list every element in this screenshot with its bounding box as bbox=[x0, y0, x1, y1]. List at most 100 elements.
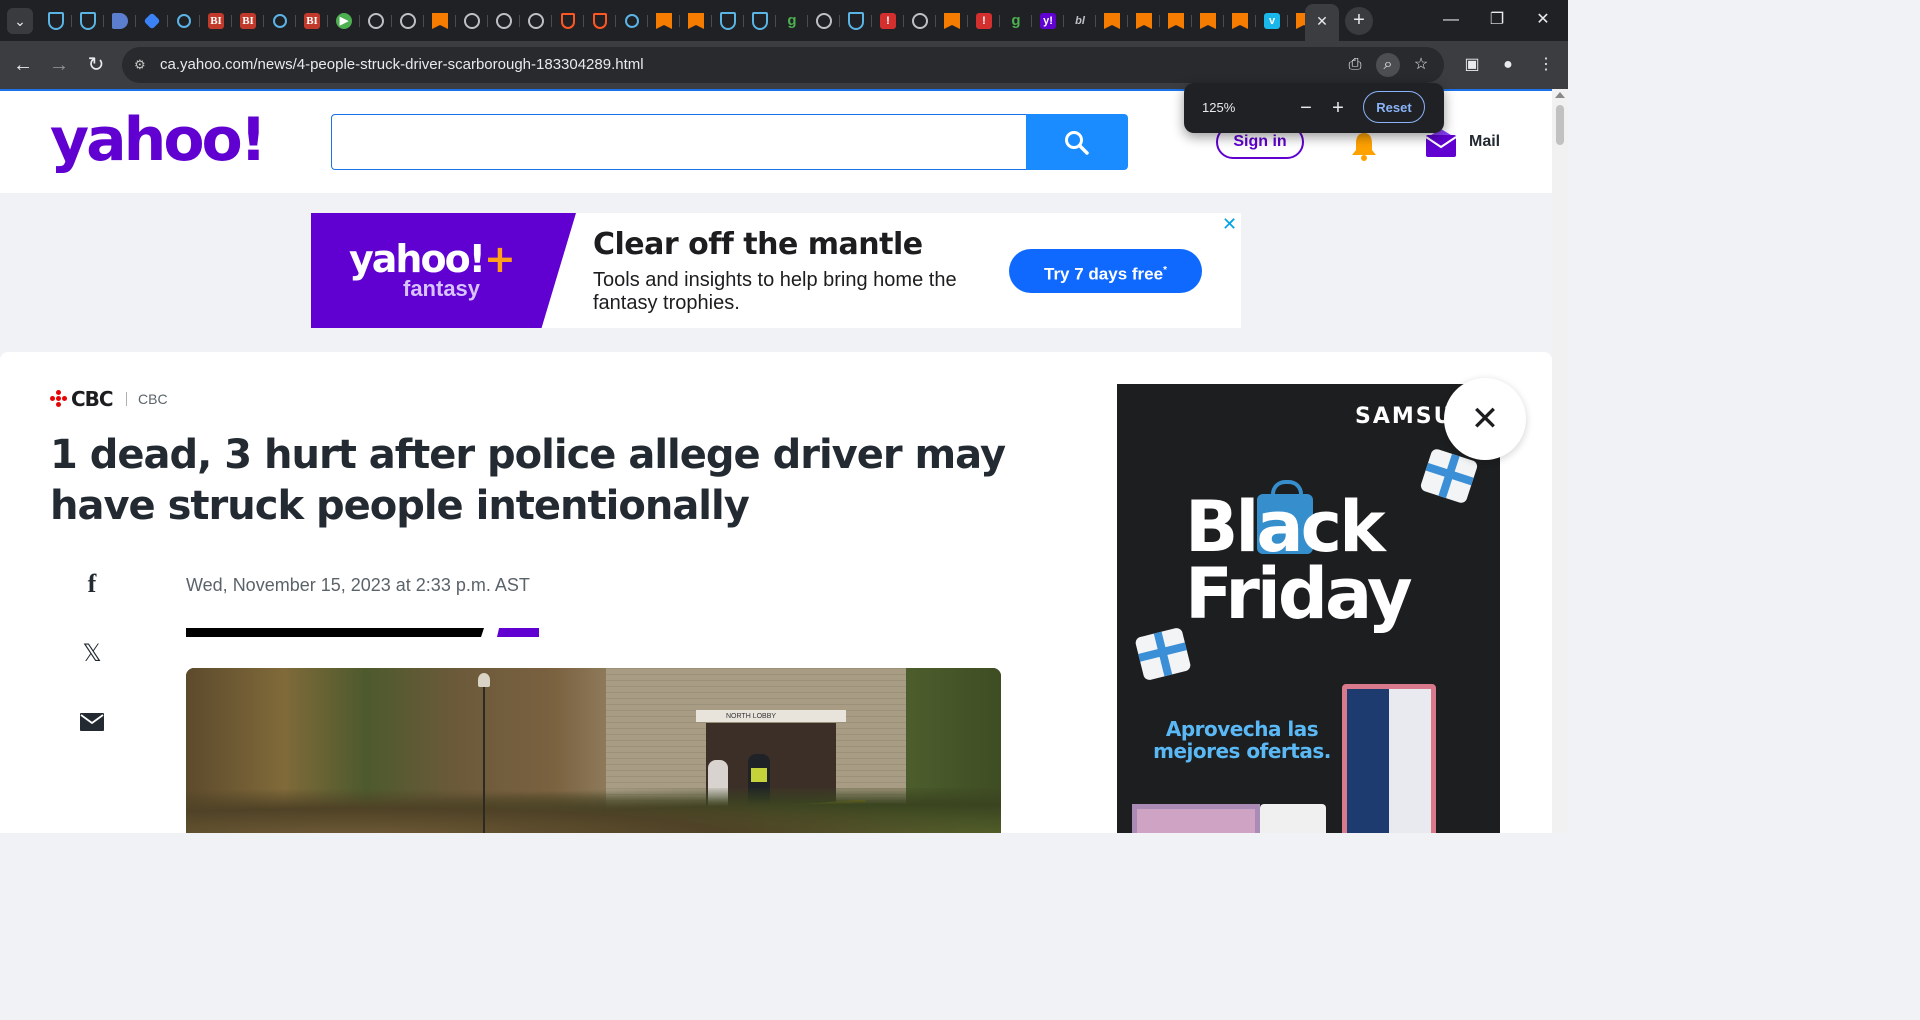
ad-brand-sub: fantasy bbox=[403, 276, 481, 301]
restore-icon[interactable]: ❐ bbox=[1474, 0, 1520, 41]
tab-d-logo[interactable] bbox=[104, 8, 136, 34]
tab-red-badge[interactable]: ! bbox=[872, 8, 904, 34]
search-button[interactable] bbox=[1026, 114, 1128, 170]
tab-bookmark[interactable] bbox=[936, 8, 968, 34]
graduation-icon bbox=[143, 12, 161, 30]
tab-business-insider[interactable]: BI bbox=[232, 8, 264, 34]
article-photo[interactable]: NORTH LOBBY bbox=[186, 668, 1001, 833]
tab-nb-logo[interactable]: bl bbox=[1064, 8, 1096, 34]
tab-shield[interactable] bbox=[40, 8, 72, 34]
tab-globe[interactable] bbox=[392, 8, 424, 34]
back-arrow-icon[interactable]: ← bbox=[7, 49, 39, 81]
x-share-icon[interactable]: 𝕏 bbox=[80, 642, 104, 666]
profile-icon[interactable]: ● bbox=[1496, 53, 1520, 77]
globe-icon bbox=[816, 13, 832, 29]
facebook-share-icon[interactable]: f bbox=[80, 571, 104, 597]
reload-icon[interactable]: ↻ bbox=[80, 49, 112, 81]
menu-kebab-icon[interactable]: ⋮ bbox=[1534, 53, 1558, 77]
tab-globe[interactable] bbox=[520, 8, 552, 34]
tab-search-chevron-icon[interactable]: ⌄ bbox=[7, 8, 33, 34]
tab-globe[interactable] bbox=[360, 8, 392, 34]
tab-globe[interactable] bbox=[904, 8, 936, 34]
scroll-thumb[interactable] bbox=[1556, 105, 1564, 145]
bookmark-icon bbox=[1232, 13, 1248, 29]
tab-bookmark[interactable] bbox=[680, 8, 712, 34]
friday-text: Friday bbox=[1185, 553, 1413, 635]
mail-icon[interactable] bbox=[1426, 129, 1456, 157]
zoom-in-button[interactable]: + bbox=[1326, 96, 1350, 120]
tab-bookmark[interactable] bbox=[1192, 8, 1224, 34]
email-share-icon[interactable] bbox=[80, 710, 104, 734]
vimeo-icon: v bbox=[1264, 13, 1280, 29]
tab-yahoo[interactable]: y! bbox=[1032, 8, 1064, 34]
tab-bookmark[interactable] bbox=[1160, 8, 1192, 34]
tab-close-icon[interactable]: ✕ bbox=[1316, 13, 1328, 29]
tab-search[interactable] bbox=[616, 8, 648, 34]
tab-search[interactable] bbox=[168, 8, 200, 34]
tab-red-badge[interactable]: ! bbox=[968, 8, 1000, 34]
zoom-popup: 125% − + Reset bbox=[1184, 83, 1444, 133]
forward-arrow-icon[interactable]: → bbox=[43, 49, 75, 81]
scroll-up-arrow-icon[interactable] bbox=[1555, 92, 1565, 98]
tab-globe[interactable] bbox=[456, 8, 488, 34]
side-panel-icon[interactable]: ▣ bbox=[1460, 53, 1484, 77]
zoom-icon[interactable]: ⌕ bbox=[1376, 53, 1400, 77]
zoom-out-button[interactable]: − bbox=[1294, 96, 1318, 120]
ad-promo-text: Aprovecha las mejores ofertas. bbox=[1153, 717, 1331, 763]
u-shield-icon bbox=[593, 13, 607, 29]
source-name[interactable]: CBC bbox=[138, 391, 168, 407]
tab-shield[interactable] bbox=[840, 8, 872, 34]
install-app-icon[interactable]: ⎙ bbox=[1343, 53, 1367, 77]
tab-g-logo[interactable]: g bbox=[1000, 8, 1032, 34]
ad-headline: Clear off the mantle bbox=[593, 227, 923, 262]
ad-cta-button[interactable]: Try 7 days free* bbox=[1009, 249, 1202, 293]
tab-bookmark[interactable] bbox=[1224, 8, 1256, 34]
active-tab[interactable]: ✕ bbox=[1305, 4, 1339, 41]
globe-icon bbox=[528, 13, 544, 29]
tab-play[interactable]: ▶ bbox=[328, 8, 360, 34]
tab-bookmark[interactable] bbox=[648, 8, 680, 34]
window-close-icon[interactable]: ✕ bbox=[1520, 0, 1566, 41]
tab-shield[interactable] bbox=[744, 8, 776, 34]
minimize-icon[interactable]: — bbox=[1428, 0, 1474, 41]
tab-search[interactable] bbox=[264, 8, 296, 34]
tab-business-insider[interactable]: BI bbox=[200, 8, 232, 34]
yahoo-fantasy-ad[interactable]: yahoo!+ fantasy Clear off the mantle Too… bbox=[311, 213, 1241, 328]
tab-shield[interactable] bbox=[72, 8, 104, 34]
samsung-black-friday-ad[interactable]: SAMSU Black Friday Aprovecha las mejores… bbox=[1117, 384, 1500, 833]
site-info-icon[interactable]: ⚙ bbox=[134, 57, 150, 73]
tab-strip: ⌄ BI BI BI ▶ g!! g y! bl v ✕ + — ❐ ✕ bbox=[0, 0, 1568, 41]
tab-business-insider[interactable]: BI bbox=[296, 8, 328, 34]
tab-shield[interactable] bbox=[712, 8, 744, 34]
article-headline: 1 dead, 3 hurt after police allege drive… bbox=[50, 432, 1006, 529]
tab-globe[interactable] bbox=[488, 8, 520, 34]
tab-bookmark[interactable] bbox=[1128, 8, 1160, 34]
close-icon: ✕ bbox=[1470, 400, 1500, 438]
tab-graduation[interactable] bbox=[136, 8, 168, 34]
new-tab-button[interactable]: + bbox=[1345, 7, 1373, 35]
tab-u-shield[interactable] bbox=[552, 8, 584, 34]
tab-globe[interactable] bbox=[808, 8, 840, 34]
bookmark-icon bbox=[1168, 13, 1184, 29]
zoom-reset-button[interactable]: Reset bbox=[1363, 91, 1425, 123]
url-text[interactable]: ca.yahoo.com/news/4-people-struck-driver… bbox=[160, 47, 644, 83]
bell-icon[interactable] bbox=[1350, 131, 1378, 161]
publish-date: Wed, November 15, 2023 at 2:33 p.m. AST bbox=[186, 575, 530, 595]
tab-u-shield[interactable] bbox=[584, 8, 616, 34]
tab-vimeo[interactable]: v bbox=[1256, 8, 1288, 34]
page-scrollbar[interactable] bbox=[1552, 89, 1568, 833]
tab-g-logo[interactable]: g bbox=[776, 8, 808, 34]
cbc-logo[interactable]: CBC bbox=[50, 387, 114, 411]
yahoo-logo[interactable]: yahoo! bbox=[50, 105, 267, 175]
tab-bookmark[interactable] bbox=[1096, 8, 1128, 34]
mail-link[interactable]: Mail bbox=[1469, 133, 1500, 151]
red-badge-icon: ! bbox=[880, 13, 896, 29]
address-bar[interactable]: ⚙ ca.yahoo.com/news/4-people-struck-driv… bbox=[122, 47, 1444, 83]
search-input[interactable] bbox=[331, 114, 1026, 170]
ad-close-icon[interactable]: ✕ bbox=[1222, 215, 1237, 233]
tab-list: BI BI BI ▶ g!! g y! bl v bbox=[40, 8, 1320, 34]
bookmark-icon bbox=[656, 13, 672, 29]
tab-bookmark[interactable] bbox=[424, 8, 456, 34]
bookmark-star-icon[interactable]: ☆ bbox=[1409, 53, 1433, 77]
side-ad-close-button[interactable]: ✕ bbox=[1444, 378, 1526, 460]
